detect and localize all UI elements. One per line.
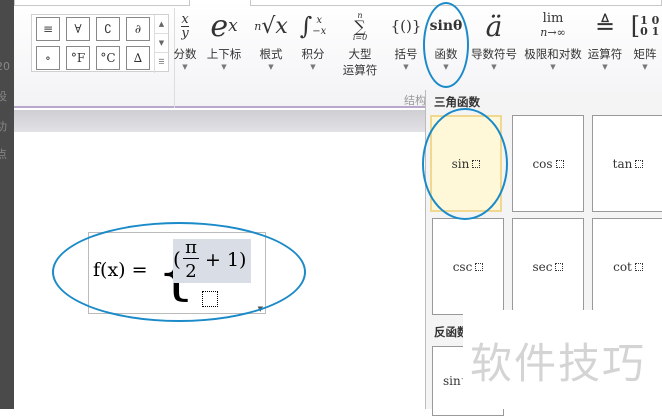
matrix-button[interactable]: [1 00 1 矩阵 ▼	[628, 6, 662, 72]
label: 运算符	[587, 47, 623, 61]
fragment: 点	[0, 148, 7, 161]
label: cos	[532, 156, 553, 171]
bracket-button[interactable]: {()} 括号 ▼	[390, 6, 422, 72]
section-trig: 三角函数	[434, 95, 480, 109]
large-operator-button[interactable]: n ∑ i=0 大型 运算符	[340, 6, 380, 78]
fragment: 20	[0, 60, 10, 73]
trig-tan[interactable]: tan	[592, 115, 662, 212]
scroll-up-icon[interactable]: ▲	[155, 15, 168, 34]
trig-csc[interactable]: csc	[432, 218, 504, 315]
trig-cos[interactable]: cos	[512, 115, 584, 212]
bracket-icon: {()}	[390, 17, 422, 35]
limit-log-button[interactable]: lim n→∞ 极限和对数 ▼	[522, 6, 584, 72]
symbol-fahrenheit[interactable]: °F	[66, 46, 90, 70]
trig-sec[interactable]: sec	[512, 218, 584, 315]
symbol-complement[interactable]: ∁	[96, 17, 120, 41]
trig-cot[interactable]: cot	[592, 218, 662, 315]
radical-icon: n √x	[254, 13, 288, 39]
label: 大型 运算符	[342, 47, 378, 77]
label: sec	[532, 259, 553, 274]
symbol-ring[interactable]: ∘	[36, 46, 60, 70]
left-window-edge: 20 设 功 点	[0, 0, 14, 409]
symbol-gallery: ≡ ∀ ∁ ∂ ∘ °F °C ∆ ▲ ▼ ☰	[31, 14, 169, 73]
symbol-delta[interactable]: ∆	[126, 46, 150, 70]
label: 分数	[173, 47, 197, 61]
expand-gallery-icon[interactable]: ☰	[155, 53, 168, 72]
label: 矩阵	[633, 47, 657, 61]
summation-icon: n ∑ i=0	[352, 10, 368, 42]
integral-button[interactable]: ∫ x −x 积分 ▼	[296, 6, 330, 72]
fraction-button[interactable]: xy 分数 ▼	[170, 6, 200, 72]
symbol-partial[interactable]: ∂	[126, 17, 150, 41]
label: 上下标	[206, 47, 242, 61]
symbol-celsius[interactable]: °C	[96, 46, 120, 70]
operator-button[interactable]: ≜ 运算符 ▼	[586, 6, 624, 72]
symbol-identical[interactable]: ≡	[36, 17, 60, 41]
group-label-structures: 结构	[404, 94, 426, 107]
highlight-ellipse-sin	[422, 108, 508, 220]
watermark: 软件技巧	[470, 339, 647, 388]
matrix-icon: [1 00 1	[630, 11, 660, 40]
label: 导数符号	[471, 47, 517, 61]
tab-edge	[14, 0, 190, 6]
label: tan	[612, 156, 633, 171]
limit-icon: lim n→∞	[540, 11, 566, 40]
accent-icon: ä	[485, 9, 503, 43]
accent-button[interactable]: ä 导数符号 ▼	[468, 6, 520, 72]
symbol-forall[interactable]: ∀	[66, 17, 90, 41]
radical-button[interactable]: n √x 根式 ▼	[254, 6, 288, 72]
label: 括号	[394, 47, 418, 61]
fragment: 功	[0, 120, 7, 133]
integral-icon: ∫ x −x	[299, 12, 327, 40]
scroll-down-icon[interactable]: ▼	[155, 34, 168, 53]
fragment: 设	[0, 90, 7, 103]
highlight-ellipse-function	[423, 2, 469, 88]
script-button[interactable]: ex 上下标 ▼	[204, 6, 244, 72]
operator-icon: ≜	[594, 12, 616, 40]
gallery-scroll[interactable]: ▲ ▼ ☰	[154, 15, 168, 73]
label: csc	[452, 259, 473, 274]
fraction-icon: xy	[181, 11, 189, 41]
label: 极限和对数	[524, 47, 582, 61]
label: 根式	[259, 47, 283, 61]
label: 积分	[301, 47, 325, 61]
superscript-icon: ex	[210, 8, 238, 44]
label: cot	[613, 259, 632, 274]
highlight-ellipse-equation	[52, 222, 306, 322]
